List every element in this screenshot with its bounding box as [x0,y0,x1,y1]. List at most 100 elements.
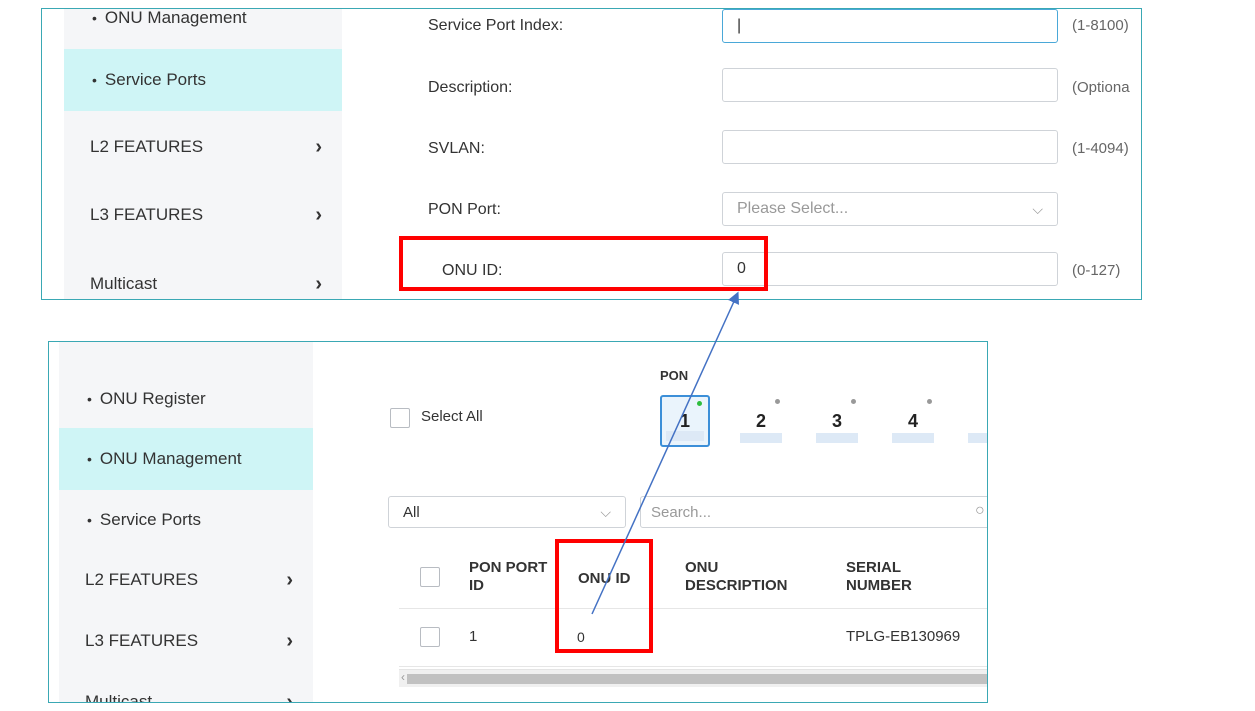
chevron-right-icon: › [315,203,322,226]
status-dot-icon [697,401,702,406]
description-hint: (Optiona [1072,79,1130,96]
pon-port-tile-3[interactable]: 3 [812,395,862,447]
sidebar-item-label: ONU Register [99,389,206,408]
search-placeholder: Search... [651,503,712,521]
pon-label: PON [660,368,689,383]
service-port-index-input[interactable]: | [722,9,1058,43]
search-input[interactable]: Search... ○ [640,496,987,528]
bullet-icon: • [87,391,92,407]
input-value: | [737,17,742,34]
status-dot-icon [927,399,932,404]
sidebar-item-label: Service Ports [104,70,206,89]
onu-id-hint: (0-127) [1072,262,1121,279]
chevron-down-icon: ⌵ [1032,201,1043,217]
sidebar-item-label: L2 FEATURES [85,570,199,589]
sidebar-item-label: ONU Management [104,8,247,27]
sidebar-item-label: L2 FEATURES [90,137,204,156]
header-line: PON PORT [469,559,548,576]
column-header-serial-number[interactable]: SERIAL NUMBER [846,559,912,595]
pon-port-label: PON Port: [428,201,501,218]
sidebar-item-label: L3 FEATURES [90,205,204,224]
svlan-input[interactable] [722,130,1058,164]
pon-usage-bar [740,433,782,443]
service-port-form-panel: • ONU Management • Service Ports L2 FEAT… [41,8,1142,300]
chevron-right-icon: › [315,135,322,158]
header-line: DESCRIPTION [685,577,788,594]
row-checkbox[interactable] [420,627,440,647]
column-header-pon-port-id[interactable]: PON PORT ID [469,559,547,595]
bullet-icon: • [87,451,92,467]
scrollbar-thumb[interactable] [407,674,987,684]
sidebar-item-multicast[interactable]: Multicast › [64,253,342,299]
chevron-right-icon: › [286,629,293,652]
status-dot-icon [775,399,780,404]
pon-port-select[interactable]: Please Select... ⌵ [722,192,1058,226]
column-header-onu-id[interactable]: ONU ID [578,570,631,588]
input-value: 0 [737,260,746,277]
sidebar-item-service-ports[interactable]: • Service Ports [59,489,313,551]
pon-port-number: 4 [907,410,918,431]
bullet-icon: • [92,10,97,26]
chevron-right-icon: › [286,568,293,591]
service-port-index-hint: (1-8100) [1072,17,1129,34]
header-line: ONU [685,559,719,576]
sidebar-item-onu-register[interactable]: • ONU Register [59,368,313,430]
pon-usage-bar [816,433,858,443]
header-select-checkbox[interactable] [420,567,440,587]
bullet-icon: • [92,72,97,88]
status-dot-icon [851,399,856,404]
pon-port-tile-partial[interactable] [964,395,987,447]
pon-port-number: 2 [755,410,766,431]
sidebar-item-service-ports[interactable]: • Service Ports [64,49,342,111]
sidebar-item-label: L3 FEATURES [85,631,199,650]
pon-usage-bar [666,431,704,441]
service-port-index-label: Service Port Index: [428,17,564,34]
svlan-label: SVLAN: [428,140,485,157]
onu-management-panel: • ONU Register • ONU Management • Servic… [48,341,988,703]
sidebar-item-l3-features[interactable]: L3 FEATURES › [59,610,313,672]
sidebar: • ONU Register • ONU Management • Servic… [59,342,313,702]
pon-port-number: 1 [679,410,690,431]
sidebar-item-l3-features[interactable]: L3 FEATURES › [64,184,342,246]
sidebar-item-multicast[interactable]: Multicast › [59,671,313,703]
select-value: All [403,503,420,521]
sidebar-item-l2-features[interactable]: L2 FEATURES › [64,116,342,178]
sidebar-item-label: Multicast [85,692,153,703]
header-line: ID [469,577,484,594]
svlan-hint: (1-4094) [1072,140,1129,157]
cell-onu-id: 0 [577,629,585,645]
cell-serial-number: TPLG-EB130969 [846,628,961,645]
chevron-down-icon: ⌵ [600,504,611,520]
sidebar-item-label: Multicast [90,274,158,293]
pon-usage-bar [968,433,987,443]
select-all-checkbox[interactable] [390,408,410,428]
pon-port-tile-4[interactable]: 4 [888,395,938,447]
sidebar-item-onu-management[interactable]: • ONU Management [59,428,313,490]
sidebar-item-l2-features[interactable]: L2 FEATURES › [59,549,313,611]
cell-pon-port-id: 1 [469,628,478,645]
bullet-icon: • [87,512,92,528]
select-placeholder: Please Select... [737,200,849,217]
pon-port-tile-2[interactable]: 2 [736,395,786,447]
header-line: NUMBER [846,577,912,594]
chevron-right-icon: › [286,690,293,703]
select-all-label: Select All [421,408,483,425]
pon-port-tile-1[interactable]: 1 [660,395,710,447]
column-header-onu-description[interactable]: ONU DESCRIPTION [685,559,788,595]
pon-port-number: 3 [831,410,842,431]
onu-id-label: ONU ID: [442,262,503,279]
chevron-right-icon: › [315,272,322,295]
sidebar-item-onu-management[interactable]: • ONU Management [64,8,342,49]
description-label: Description: [428,79,513,96]
sidebar: • ONU Management • Service Ports L2 FEAT… [64,9,342,299]
onu-id-input[interactable]: 0 [722,252,1058,286]
filter-select[interactable]: All ⌵ [388,496,626,528]
scroll-left-icon[interactable]: ‹ [401,670,405,684]
pon-usage-bar [892,433,934,443]
horizontal-scrollbar[interactable]: ‹ [399,669,987,687]
sidebar-item-label: ONU Management [99,449,242,468]
search-icon: ○ [975,502,985,519]
sidebar-item-label: Service Ports [99,510,201,529]
header-line: SERIAL [846,559,902,576]
description-input[interactable] [722,68,1058,102]
